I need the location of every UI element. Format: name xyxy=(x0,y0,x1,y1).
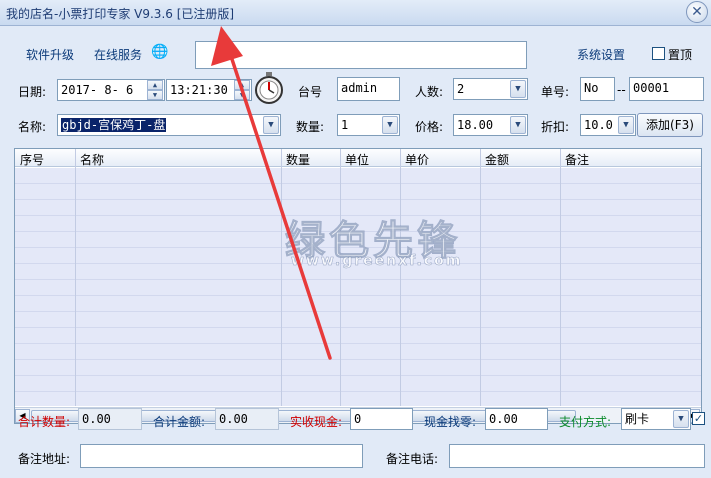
address-field[interactable] xyxy=(80,444,363,468)
payment-checkbox[interactable]: ✓ xyxy=(692,412,705,425)
total-amount-label: 合计金额: xyxy=(153,415,206,429)
annotation-arrow-icon xyxy=(211,26,332,360)
globe-icon[interactable]: 🌐 xyxy=(151,44,168,60)
total-amount-field: 0.00 xyxy=(215,408,279,430)
payment-dropdown-icon[interactable]: ▼ xyxy=(673,410,689,428)
system-settings-link[interactable]: 系统设置 xyxy=(577,46,625,63)
name-label: 名称: xyxy=(18,120,47,134)
date-value: 2017- 8- 6 xyxy=(61,83,134,97)
column-header-remark[interactable]: 备注 xyxy=(565,151,589,168)
add-button[interactable]: 添加(F3) xyxy=(637,113,703,137)
discount-select[interactable]: 10.0 ▼ xyxy=(580,114,636,136)
order-dash: -- xyxy=(617,83,626,97)
main-panel: 软件升级 在线服务 🌐 系统设置 置顶 日期: 2017- 8- 6 ▲ ▼ 1… xyxy=(0,26,711,478)
discount-dropdown-icon[interactable]: ▼ xyxy=(618,116,634,134)
people-label: 人数: xyxy=(415,85,444,99)
online-service-link[interactable]: 在线服务 xyxy=(94,46,142,63)
price-label: 价格: xyxy=(415,120,444,134)
column-divider xyxy=(75,149,76,406)
order-prefix-field[interactable]: No xyxy=(580,77,615,101)
price-select[interactable]: 18.00 ▼ xyxy=(453,114,528,136)
upgrade-link[interactable]: 软件升级 xyxy=(26,46,74,63)
item-name-value: gbjd-宫保鸡丁-盘 xyxy=(61,118,167,132)
date-field[interactable]: 2017- 8- 6 ▲ ▼ xyxy=(57,79,165,101)
column-header-index[interactable]: 序号 xyxy=(20,151,44,168)
items-table[interactable]: 序号 名称 数量 单位 单价 金额 备注 ◀ ▶ xyxy=(14,148,702,424)
total-qty-field: 0.00 xyxy=(78,408,142,430)
received-cash-field[interactable]: 0 xyxy=(350,408,413,430)
date-label: 日期: xyxy=(18,85,47,99)
phone-label: 备注电话: xyxy=(386,452,439,466)
payment-label: 支付方式: xyxy=(559,415,612,429)
pin-top-label: 置顶 xyxy=(668,48,693,62)
discount-label: 折扣: xyxy=(541,120,570,134)
people-value: 2 xyxy=(457,82,465,96)
title-bar: 我的店名-小票打印专家 V9.3.6 [已注册版] ✕ xyxy=(0,0,711,26)
column-header-name[interactable]: 名称 xyxy=(80,151,104,168)
address-label: 备注地址: xyxy=(18,452,71,466)
payment-select[interactable]: 刷卡 ▼ xyxy=(621,408,691,430)
column-divider xyxy=(480,149,481,406)
people-dropdown-icon[interactable]: ▼ xyxy=(510,80,526,98)
received-label: 实收现金: xyxy=(290,415,343,429)
column-header-unit-price[interactable]: 单价 xyxy=(405,151,429,168)
column-divider xyxy=(560,149,561,406)
order-number-field[interactable]: 00001 xyxy=(629,77,704,101)
change-field[interactable]: 0.00 xyxy=(485,408,548,430)
date-down-icon[interactable]: ▼ xyxy=(147,90,163,100)
close-icon: ✕ xyxy=(691,4,703,20)
total-qty-label: 合计数量: xyxy=(18,415,71,429)
date-up-icon[interactable]: ▲ xyxy=(147,80,163,90)
order-label: 单号: xyxy=(541,85,570,99)
column-header-amount[interactable]: 金额 xyxy=(485,151,509,168)
price-dropdown-icon[interactable]: ▼ xyxy=(510,116,526,134)
people-select[interactable]: 2 ▼ xyxy=(453,78,528,100)
close-button[interactable]: ✕ xyxy=(686,1,708,23)
table-body xyxy=(15,168,701,406)
table-field[interactable]: admin xyxy=(337,77,400,101)
column-header-unit[interactable]: 单位 xyxy=(345,151,369,168)
window-title: 我的店名-小票打印专家 V9.3.6 [已注册版] xyxy=(6,7,235,21)
qty-select[interactable]: 1 ▼ xyxy=(337,114,400,136)
change-label: 现金找零: xyxy=(424,415,477,429)
discount-value: 10.0 xyxy=(584,118,613,132)
column-divider xyxy=(400,149,401,406)
pin-top-checkbox[interactable] xyxy=(652,47,665,60)
price-value: 18.00 xyxy=(457,118,494,132)
qty-dropdown-icon[interactable]: ▼ xyxy=(382,116,398,134)
phone-field[interactable] xyxy=(449,444,705,468)
payment-value: 刷卡 xyxy=(625,412,650,426)
table-header: 序号 名称 数量 单位 单价 金额 备注 xyxy=(15,149,701,167)
